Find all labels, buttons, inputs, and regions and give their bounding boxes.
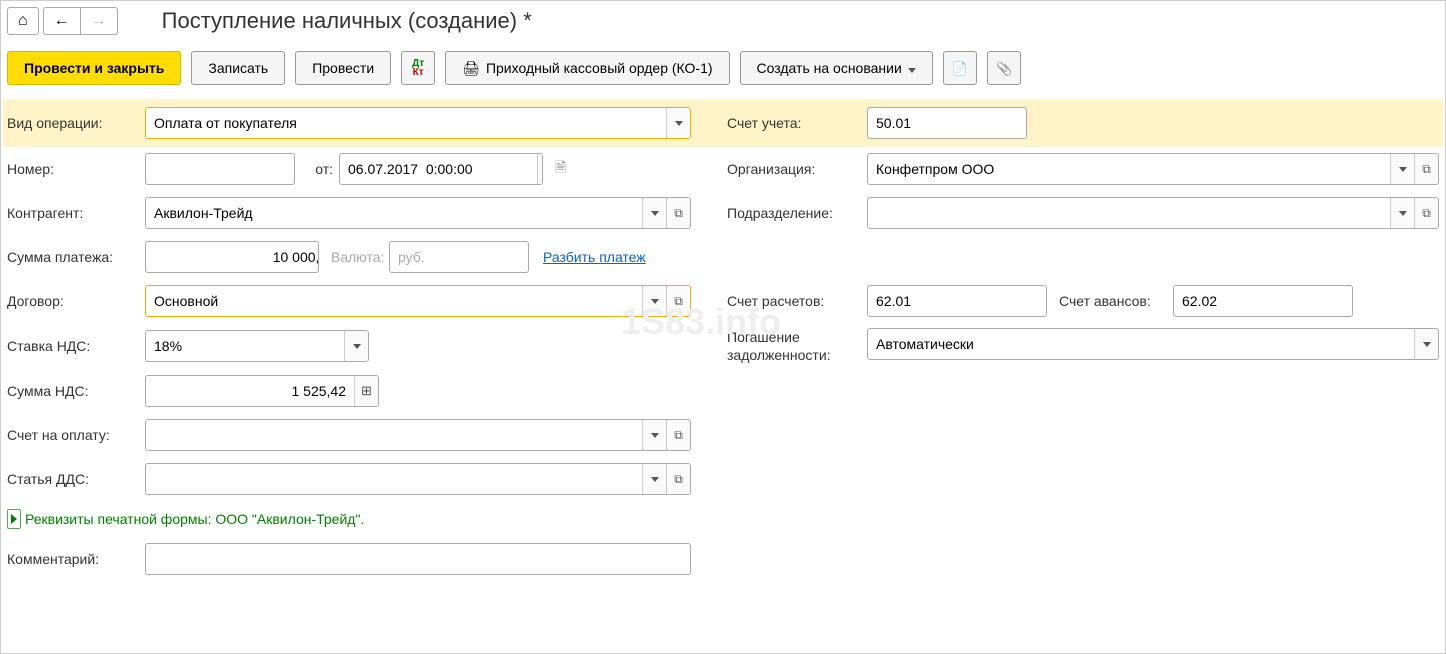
dds-open[interactable] xyxy=(666,464,690,494)
invoice-label: Счет на оплату: xyxy=(7,427,145,443)
page-title: Поступление наличных (создание) * xyxy=(162,8,532,34)
comment-input[interactable] xyxy=(146,544,690,574)
nav-back-button[interactable]: ← xyxy=(43,7,80,35)
chevron-down-icon xyxy=(908,60,916,76)
vat-rate-dropdown[interactable] xyxy=(344,331,368,361)
date-calendar[interactable] xyxy=(537,154,543,184)
post-button[interactable]: Провести xyxy=(295,51,391,85)
dt-kt-button[interactable]: ДтКт xyxy=(401,51,435,85)
vat-rate-label: Ставка НДС: xyxy=(7,338,145,354)
operation-type-label: Вид операции: xyxy=(7,115,145,131)
contract-open[interactable] xyxy=(666,286,690,316)
paperclip-icon xyxy=(996,60,1012,77)
number-label: Номер: xyxy=(7,161,145,177)
payment-sum-label: Сумма платежа: xyxy=(7,249,145,265)
attachment-button[interactable] xyxy=(987,51,1021,85)
account-label: Счет учета: xyxy=(727,115,867,131)
department-input[interactable] xyxy=(868,198,1390,228)
account-input[interactable] xyxy=(868,108,1027,138)
operation-type-input[interactable] xyxy=(146,108,666,138)
organization-open[interactable] xyxy=(1414,154,1438,184)
create-based-button[interactable]: Создать на основании xyxy=(740,51,933,85)
top-bar: ⌂ ← → Поступление наличных (создание) * xyxy=(7,1,1439,45)
organization-label: Организация: xyxy=(727,161,867,177)
payment-sum-input[interactable] xyxy=(146,242,319,272)
sheet-icon[interactable] xyxy=(555,157,566,181)
currency-input xyxy=(390,242,529,272)
arrow-left-icon: ← xyxy=(54,12,70,30)
department-dropdown[interactable] xyxy=(1390,198,1414,228)
advance-account-input[interactable] xyxy=(1174,286,1353,316)
advance-account-label: Счет авансов: xyxy=(1047,293,1173,309)
triangle-right-icon xyxy=(11,514,17,524)
contract-input[interactable] xyxy=(146,286,642,316)
print-order-label: Приходный кассовый ордер (КО-1) xyxy=(486,60,713,76)
debt-repayment-label: Погашение задолженности: xyxy=(727,328,867,364)
home-icon: ⌂ xyxy=(18,12,28,30)
organization-input[interactable] xyxy=(868,154,1390,184)
create-based-label: Создать на основании xyxy=(757,60,902,76)
invoice-open[interactable] xyxy=(666,420,690,450)
department-open[interactable] xyxy=(1414,198,1438,228)
dds-input[interactable] xyxy=(146,464,642,494)
print-details-section[interactable]: Реквизиты печатной формы: ООО "Аквилон-Т… xyxy=(7,501,1439,537)
invoice-input[interactable] xyxy=(146,420,642,450)
counterparty-label: Контрагент: xyxy=(7,205,145,221)
split-payment-link[interactable]: Разбить платеж xyxy=(543,249,646,265)
dds-label: Статья ДДС: xyxy=(7,471,145,487)
dds-dropdown[interactable] xyxy=(642,464,666,494)
organization-dropdown[interactable] xyxy=(1390,154,1414,184)
save-button[interactable]: Записать xyxy=(191,51,285,85)
settlement-account-label: Счет расчетов: xyxy=(727,293,867,309)
dt-kt-icon: ДтКт xyxy=(412,59,424,77)
invoice-dropdown[interactable] xyxy=(642,420,666,450)
home-button[interactable]: ⌂ xyxy=(7,7,39,35)
print-order-button[interactable]: Приходный кассовый ордер (КО-1) xyxy=(445,51,729,85)
counterparty-open[interactable] xyxy=(666,198,690,228)
vat-rate-input[interactable] xyxy=(146,331,344,361)
from-label: от: xyxy=(295,161,339,177)
counterparty-input[interactable] xyxy=(146,198,642,228)
contract-dropdown[interactable] xyxy=(642,286,666,316)
date-input[interactable] xyxy=(340,154,537,184)
comment-label: Комментарий: xyxy=(7,551,145,567)
arrow-right-icon: → xyxy=(91,12,107,30)
counterparty-dropdown[interactable] xyxy=(642,198,666,228)
debt-repayment-dropdown[interactable] xyxy=(1414,329,1438,359)
currency-label: Валюта: xyxy=(319,249,389,265)
vat-sum-calc[interactable] xyxy=(354,376,378,406)
vat-sum-input[interactable] xyxy=(146,376,354,406)
document-icon xyxy=(952,60,968,77)
report-button[interactable] xyxy=(943,51,977,85)
nav-forward-button[interactable]: → xyxy=(80,7,118,35)
toolbar: Провести и закрыть Записать Провести ДтК… xyxy=(7,45,1439,99)
department-label: Подразделение: xyxy=(727,205,867,221)
number-input[interactable] xyxy=(146,154,295,184)
printer-icon xyxy=(462,60,480,77)
post-and-close-button[interactable]: Провести и закрыть xyxy=(7,51,181,85)
contract-label: Договор: xyxy=(7,293,145,309)
operation-type-dropdown[interactable] xyxy=(666,108,690,138)
debt-repayment-input[interactable] xyxy=(868,329,1414,359)
vat-sum-label: Сумма НДС: xyxy=(7,383,145,399)
print-details-text: Реквизиты печатной формы: ООО "Аквилон-Т… xyxy=(25,511,364,527)
settlement-account-input[interactable] xyxy=(868,286,1047,316)
